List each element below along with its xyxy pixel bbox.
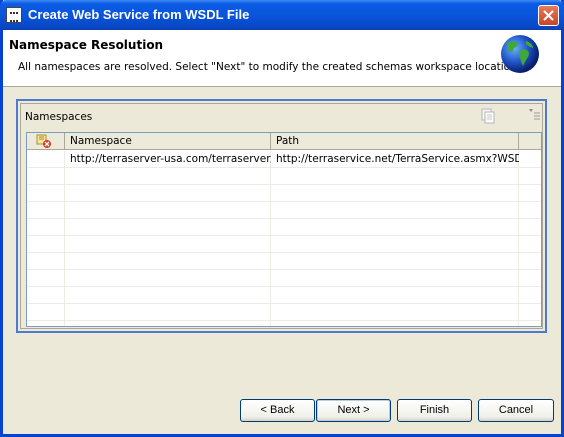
column-header-status[interactable] xyxy=(27,133,65,150)
title-bar[interactable]: Create Web Service from WSDL File xyxy=(0,0,564,30)
wizard-header: Namespace Resolution All namespaces are … xyxy=(3,30,561,87)
wsdl-window-icon xyxy=(6,7,22,23)
namespace-status-icon xyxy=(36,134,51,148)
path-cell: http://terraservice.net/TerraService.asm… xyxy=(276,153,519,165)
finish-button[interactable]: Finish xyxy=(397,399,472,422)
table-row xyxy=(27,236,541,253)
table-row xyxy=(27,168,541,185)
next-button[interactable]: Next > xyxy=(316,399,391,422)
table-row xyxy=(27,202,541,219)
namespace-cell: http://terraserver-usa.com/terraserver/ xyxy=(70,153,271,165)
table-header: Namespace Path xyxy=(27,133,541,151)
cancel-button[interactable]: Cancel xyxy=(478,399,554,422)
table-row[interactable]: http://terraserver-usa.com/terraserver/ … xyxy=(27,151,541,168)
view-menu-icon[interactable] xyxy=(527,107,541,123)
globe-icon xyxy=(501,35,539,73)
close-icon xyxy=(543,10,554,21)
close-button[interactable] xyxy=(538,5,559,26)
back-button[interactable]: < Back xyxy=(240,399,315,422)
dialog-window: Create Web Service from WSDL File Namesp… xyxy=(0,0,564,437)
page-description: All namespaces are resolved. Select "Nex… xyxy=(18,61,526,73)
namespaces-panel: Namespaces Namespace Path http://terrase… xyxy=(16,99,547,333)
table-row xyxy=(27,253,541,270)
column-header-namespace[interactable]: Namespace xyxy=(65,133,271,150)
table-row xyxy=(27,270,541,287)
column-header-filler xyxy=(519,133,541,150)
table-row xyxy=(27,185,541,202)
column-header-path[interactable]: Path xyxy=(271,133,519,150)
table-row xyxy=(27,304,541,321)
copy-icon[interactable] xyxy=(480,108,496,124)
table-row xyxy=(27,287,541,304)
window-title: Create Web Service from WSDL File xyxy=(28,7,250,22)
namespaces-table: Namespace Path http://terraserver-usa.co… xyxy=(26,132,542,327)
page-title: Namespace Resolution xyxy=(9,38,164,52)
table-row xyxy=(27,219,541,236)
panel-label: Namespaces xyxy=(25,111,93,123)
